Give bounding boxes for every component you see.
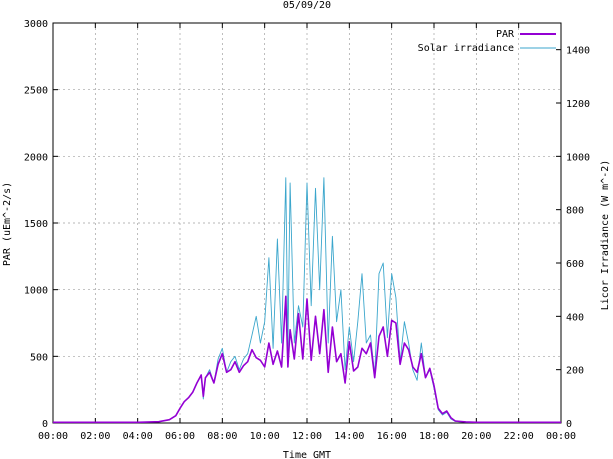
y2-tick-label: 1200: [566, 99, 590, 110]
y-tick-label: 3000: [24, 19, 48, 30]
y2-tick-label: 0: [566, 419, 572, 430]
y-tick-label: 2000: [24, 152, 48, 163]
x-tick-label: 06:00: [165, 431, 195, 442]
y-tick-label: 1500: [24, 219, 48, 230]
x-tick-label: 00:00: [38, 431, 68, 442]
y2-tick-label: 400: [566, 312, 584, 323]
legend: PAR Solar irradiance: [418, 29, 556, 54]
x-tick-label: 08:00: [207, 431, 237, 442]
y2-axis-label: Licor Irradiance (W m^-2): [600, 160, 611, 311]
x-tick-label: 16:00: [377, 431, 407, 442]
y-tick-label: 0: [42, 419, 48, 430]
x-tick-label: 20:00: [461, 431, 491, 442]
chart-title: 05/09/20: [283, 0, 331, 11]
x-tick-label: 22:00: [504, 431, 534, 442]
x-tick-label: 02:00: [80, 431, 110, 442]
y2-tick-label: 800: [566, 206, 584, 217]
x-tick-label: 00:00: [546, 431, 576, 442]
y-tick-label: 2500: [24, 86, 48, 97]
x-tick-label: 14:00: [334, 431, 364, 442]
y2-tick-label: 600: [566, 259, 584, 270]
y2-tick-label: 200: [566, 366, 584, 377]
x-tick-label: 18:00: [419, 431, 449, 442]
legend-label-solar: Solar irradiance: [418, 43, 514, 54]
y-tick-label: 1000: [24, 286, 48, 297]
y-axis-label: PAR (uEm^-2/s): [2, 182, 13, 266]
y2-tick-label: 1000: [566, 152, 590, 163]
grid-lines: [53, 23, 561, 423]
y-tick-label: 500: [30, 352, 48, 363]
x-tick-label: 10:00: [250, 431, 280, 442]
x-tick-label: 04:00: [123, 431, 153, 442]
chart: 00:00 02:00 04:00 06:00 08:00 10:00 12:00 14:00…: [2, 0, 611, 459]
x-axis-label: Time GMT: [283, 450, 331, 459]
y2-tick-label: 1400: [566, 46, 590, 57]
x-tick-label: 12:00: [292, 431, 322, 442]
legend-label-par: PAR: [496, 29, 515, 40]
